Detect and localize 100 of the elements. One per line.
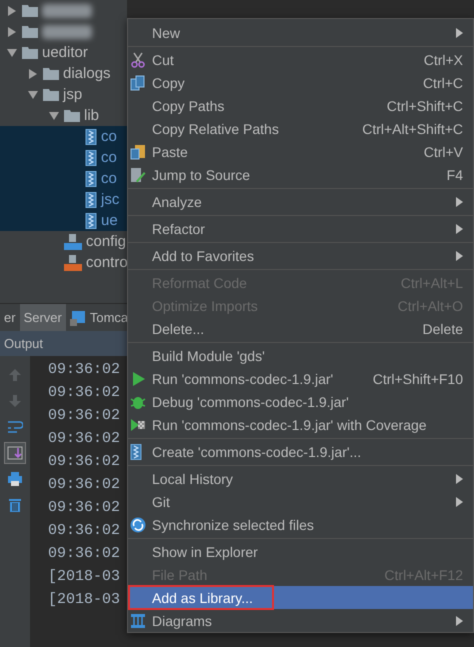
panel-title: Output [4,336,44,351]
menu-item[interactable]: Paste Ctrl+V [128,140,473,163]
tree-item-label: ueditor [42,44,88,61]
jar-file-icon [85,192,97,208]
menu-item[interactable]: Local History [128,467,473,490]
tool-window-tab[interactable]: Server [20,304,66,331]
log-line: 09:36:02 [48,406,120,426]
tool-window-tab[interactable]: er [0,304,20,331]
tree-row-highlight[interactable]: co [0,126,127,147]
shortcut-label: Ctrl+X [424,52,463,68]
run-icon [130,370,146,386]
folder-icon [22,25,38,38]
log-line: 09:36:02 [48,521,120,541]
shortcut-label: Ctrl+Alt+Shift+C [362,120,463,136]
sync-icon [130,516,146,532]
expanded-arrow-icon[interactable] [27,88,39,100]
submenu-arrow-icon [456,616,463,626]
tree-row[interactable]: jsp [0,84,127,105]
menu-item[interactable]: Run 'commons-codec-1.9.jar' with Coverage [128,413,473,436]
menu-item[interactable]: Add as Library... [128,586,473,609]
folder-icon [64,109,80,122]
log-line: 09:36:02 [48,544,120,564]
log-line: [2018-03 [48,590,120,610]
log-line: 09:36:02 [48,429,120,449]
scroll-to-end-icon[interactable] [4,442,26,464]
menu-item[interactable]: Cut Ctrl+X [128,48,473,71]
expanded-arrow-icon[interactable] [6,46,18,58]
tree-item-label: dialogs [63,65,111,82]
tree-item-label: co [101,149,117,166]
menu-item[interactable]: Jump to Source F4 [128,163,473,186]
menu-item[interactable]: Show in Explorer [128,540,473,563]
menu-item[interactable]: Copy Relative Paths Ctrl+Alt+Shift+C [128,117,473,140]
folder-icon [43,88,59,101]
menu-item[interactable]: Copy Paths Ctrl+Shift+C [128,94,473,117]
shortcut-label: Ctrl+Shift+F10 [372,370,463,386]
collapsed-arrow-icon[interactable] [6,26,18,38]
menu-item[interactable]: Debug 'commons-codec-1.9.jar' [128,390,473,413]
tree-row-highlight[interactable]: co [0,168,127,189]
json-file-icon [64,234,82,250]
tree-row[interactable]: config [0,231,127,252]
shortcut-label: F4 [446,166,463,182]
submenu-arrow-icon [456,474,463,484]
shortcut-label: Ctrl+Shift+C [386,98,463,114]
folder-icon [22,46,38,59]
tree-row-highlight[interactable]: co [0,147,127,168]
tree-item-label: co [101,170,117,187]
log-line: 09:36:02 [48,475,120,495]
submenu-arrow-icon [456,196,463,206]
jsp-file-icon [64,254,82,270]
jar-file-icon [85,128,97,144]
menu-item[interactable]: Diagrams [128,609,473,632]
menu-item[interactable]: Add to Favorites [128,244,473,267]
shortcut-label: Ctrl+C [422,74,463,90]
submenu-arrow-icon [456,28,463,38]
scissors-icon [130,52,146,68]
server-icon [70,310,86,326]
submenu-arrow-icon [456,224,463,234]
menu-item[interactable]: Synchronize selected files [128,513,473,536]
submenu-arrow-icon [456,496,463,506]
menu-item[interactable]: Build Module 'gds' [128,344,473,367]
tree-item-label: contro [86,254,127,271]
tree-item-label: jsc [101,191,120,208]
tree-row-highlight[interactable]: jsc [0,189,127,210]
tree-item-label: co [101,128,117,145]
menu-item[interactable]: Run 'commons-codec-1.9.jar' Ctrl+Shift+F10 [128,367,473,390]
expanded-arrow-icon[interactable] [48,110,60,122]
jar-file-icon [85,150,97,166]
coverage-icon [130,416,146,432]
menu-item[interactable]: Git [128,490,473,513]
log-line: 09:36:02 [48,452,120,472]
tree-item-label: ue [101,212,118,229]
submenu-arrow-icon [456,250,463,260]
tree-row[interactable]: lib [0,105,127,126]
menu-item[interactable]: New [128,21,473,44]
blurred-label [42,4,92,18]
log-line: 09:36:02 [48,383,120,403]
menu-item[interactable]: Analyze [128,190,473,213]
collapsed-arrow-icon[interactable] [6,4,18,16]
folder-icon [22,4,38,17]
pencil-page-icon [130,166,146,182]
menu-item[interactable]: Create 'commons-codec-1.9.jar'... [128,440,473,463]
copy-icon [130,74,146,90]
tree-row[interactable]: ueditor [0,42,127,63]
log-line: 09:36:02 [48,360,120,380]
folder-icon [43,67,59,80]
diagram-icon [130,612,146,628]
collapsed-arrow-icon[interactable] [27,68,39,80]
archive-icon [130,444,142,460]
tree-row-highlight[interactable]: ue [0,210,127,231]
jar-file-icon [85,212,97,228]
tree-row[interactable]: contro [0,252,127,273]
log-line: [2018-03 [48,567,120,587]
tree-row[interactable]: dialogs [0,63,127,84]
tree-item-label: jsp [63,86,82,103]
tree-item-label: lib [84,107,100,124]
clipboard-icon [130,144,146,160]
menu-item[interactable]: Refactor [128,217,473,240]
tree-item-label: config [86,233,126,250]
blurred-label [42,24,92,38]
menu-item[interactable]: Copy Ctrl+C [128,71,473,94]
